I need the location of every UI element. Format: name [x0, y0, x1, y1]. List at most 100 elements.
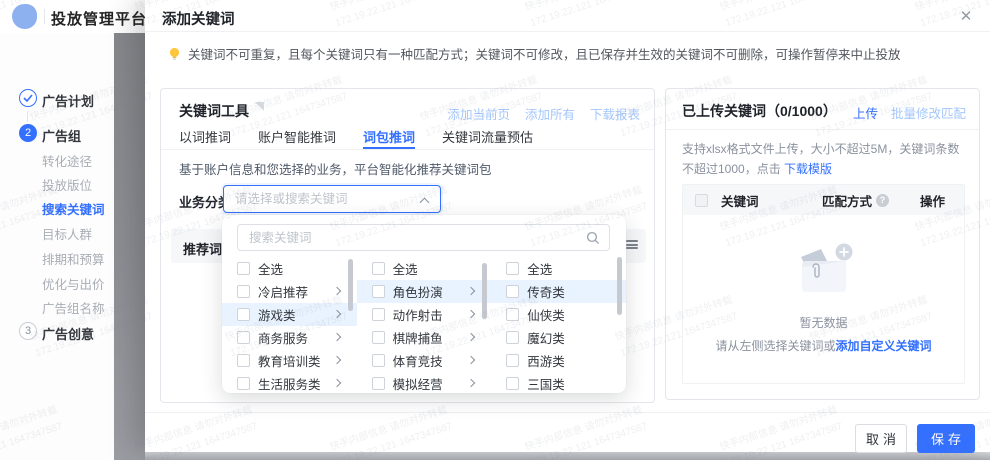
uploaded-keywords-title: 已上传关键词（0/1000）	[682, 103, 837, 119]
keyword-tool-title: 关键词工具	[179, 103, 249, 119]
dropdown-option[interactable]: 游戏类	[222, 303, 357, 326]
scrollbar[interactable]	[616, 257, 622, 315]
chevron-right-icon	[466, 332, 476, 342]
checkbox[interactable]	[506, 285, 520, 298]
sidebar-step-ad-plan[interactable]: 广告计划	[42, 91, 94, 110]
business-category-select[interactable]	[223, 185, 441, 213]
step-future-icon: 3	[19, 322, 37, 340]
checkbox[interactable]	[506, 377, 520, 390]
dropdown-option[interactable]: 仙侠类	[491, 303, 626, 326]
download-report-link[interactable]: 下载报表	[590, 104, 640, 123]
select-all-option[interactable]: 全选	[357, 257, 492, 280]
save-button[interactable]: 保存	[917, 424, 975, 453]
checkbox[interactable]	[506, 331, 520, 344]
tab-word-to-word[interactable]: 以词推词	[179, 127, 231, 149]
chevron-right-icon	[332, 332, 341, 342]
dropdown-option[interactable]: 模拟经营	[357, 372, 492, 395]
app-header: 投放管理平台	[0, 0, 146, 33]
checkbox[interactable]	[237, 377, 250, 390]
dropdown-option[interactable]: 教育培训类	[222, 349, 357, 372]
checkbox[interactable]	[506, 354, 520, 367]
download-template-link[interactable]: 下载模版	[784, 162, 832, 176]
dropdown-search-input[interactable]	[238, 225, 578, 250]
table-header-row: 关键词 匹配方式 ? 操作	[683, 185, 964, 215]
empty-tip: 请从左侧选择关键词或添加自定义关键词	[715, 339, 932, 353]
chevron-right-icon	[466, 378, 476, 388]
scrollbar[interactable]	[347, 259, 353, 311]
empty-state: 暂无数据 请从左侧选择关键词或添加自定义关键词	[683, 215, 964, 354]
app-title: 投放管理平台	[51, 11, 146, 28]
dropdown-column-2: 全选 角色扮演 动作射击 棋牌捕鱼 体育竞技 模拟经营	[356, 257, 492, 392]
scrollbar[interactable]	[482, 263, 488, 319]
tab-account-smart[interactable]: 账户智能推词	[258, 127, 336, 149]
dropdown-option[interactable]: 生活服务类	[222, 372, 357, 395]
checkbox[interactable]	[237, 331, 250, 344]
checkbox[interactable]	[237, 285, 250, 298]
add-keywords-modal: 添加关键词 ✕ 关键词不可重复，且每个关键词只有一种匹配方式；关键词不可修改，且…	[145, 0, 990, 453]
select-all-option[interactable]: 全选	[491, 257, 626, 280]
search-icon	[586, 231, 600, 245]
checkbox[interactable]	[371, 331, 385, 344]
sidebar-step-ad-creative[interactable]: 广告创意	[42, 324, 94, 343]
dropdown-column-1: 全选 冷启推荐 游戏类 商务服务 教育培训类 生活服务类	[222, 257, 357, 392]
checkbox[interactable]	[371, 308, 385, 321]
tab-word-package[interactable]: 词包推词	[363, 127, 416, 149]
dropdown-option[interactable]: 西游类	[491, 349, 626, 372]
sidebar-item-group-name[interactable]: 广告组名称	[42, 298, 105, 317]
checkbox[interactable]	[237, 262, 250, 275]
column-header-match: 匹配方式 ?	[822, 191, 920, 210]
uploaded-links: 上传 批量修改匹配	[853, 103, 966, 122]
upload-instructions: 支持xlsx格式文件上传，大小不超过5M，关键词条数不超过1000，点击 下载模…	[682, 142, 960, 176]
lightbulb-icon	[169, 47, 180, 60]
cancel-button[interactable]: 取消	[855, 424, 907, 453]
checkbox[interactable]	[237, 354, 250, 367]
sidebar-item-schedule-budget[interactable]: 排期和预算	[42, 249, 105, 268]
close-icon[interactable]: ✕	[956, 6, 976, 26]
checkbox[interactable]	[237, 308, 250, 321]
tool-description: 基于账户信息和您选择的业务，平台智能化推荐关键词包	[179, 163, 492, 177]
uploaded-keywords-table: 关键词 匹配方式 ? 操作 暂无数据 请从左侧选择关键词或添加自定义关键词	[682, 184, 965, 384]
divider	[666, 129, 979, 130]
dropdown-column-3: 全选 传奇类 仙侠类 魔幻类 西游类 三国类	[491, 257, 626, 392]
sidebar-item-placement[interactable]: 投放版位	[42, 175, 92, 194]
dropdown-option[interactable]: 棋牌捕鱼	[357, 326, 492, 349]
dropdown-option[interactable]: 商务服务	[222, 326, 357, 349]
modal-footer: 取消 保存	[145, 412, 990, 453]
checkbox[interactable]	[371, 354, 385, 367]
dropdown-option[interactable]: 传奇类	[491, 280, 626, 303]
divider	[44, 9, 45, 24]
dropdown-search[interactable]	[237, 224, 610, 251]
hint-text: 关键词不可重复，且每个关键词只有一种匹配方式；关键词不可修改，且已保存并生效的关…	[188, 48, 901, 62]
dropdown-option[interactable]: 三国类	[491, 372, 626, 395]
business-category-input[interactable]	[224, 186, 414, 212]
sidebar-item-search-keywords[interactable]: 搜索关键词	[42, 199, 105, 218]
select-all-checkbox[interactable]	[695, 193, 708, 207]
dropdown-option[interactable]: 魔幻类	[491, 326, 626, 349]
dropdown-option[interactable]: 体育竞技	[357, 349, 492, 372]
chevron-right-icon	[466, 355, 476, 365]
checkbox[interactable]	[371, 262, 385, 275]
column-settings-icon[interactable]	[626, 240, 638, 251]
dropdown-option[interactable]: 动作射击	[357, 303, 492, 326]
dropdown-option[interactable]: 冷启推荐	[222, 280, 357, 303]
sidebar-item-conversion-path[interactable]: 转化途径	[42, 151, 92, 170]
checkbox[interactable]	[371, 377, 385, 390]
select-all-option[interactable]: 全选	[222, 257, 357, 280]
add-custom-keyword-link[interactable]: 添加自定义关键词	[836, 339, 932, 353]
dimmed-page-area	[114, 33, 145, 460]
modal-title: 添加关键词	[162, 12, 235, 28]
dropdown-option[interactable]: 角色扮演	[356, 280, 492, 303]
checkbox[interactable]	[506, 308, 520, 321]
sidebar-item-target-audience[interactable]: 目标人群	[42, 224, 92, 243]
add-all-link[interactable]: 添加所有	[525, 104, 575, 123]
checkbox[interactable]	[371, 285, 385, 298]
sidebar-step-ad-group[interactable]: 广告组	[42, 126, 81, 145]
chevron-right-icon	[466, 309, 476, 319]
upload-link[interactable]: 上传	[853, 103, 878, 122]
info-icon[interactable]: ?	[876, 193, 890, 207]
checkbox[interactable]	[506, 262, 520, 275]
add-current-page-link[interactable]: 添加当前页	[447, 104, 510, 123]
tab-traffic-estimate[interactable]: 关键词流量预估	[442, 127, 533, 149]
batch-modify-match-link[interactable]: 批量修改匹配	[891, 103, 966, 122]
sidebar-item-optimize-bid[interactable]: 优化与出价	[42, 274, 105, 293]
